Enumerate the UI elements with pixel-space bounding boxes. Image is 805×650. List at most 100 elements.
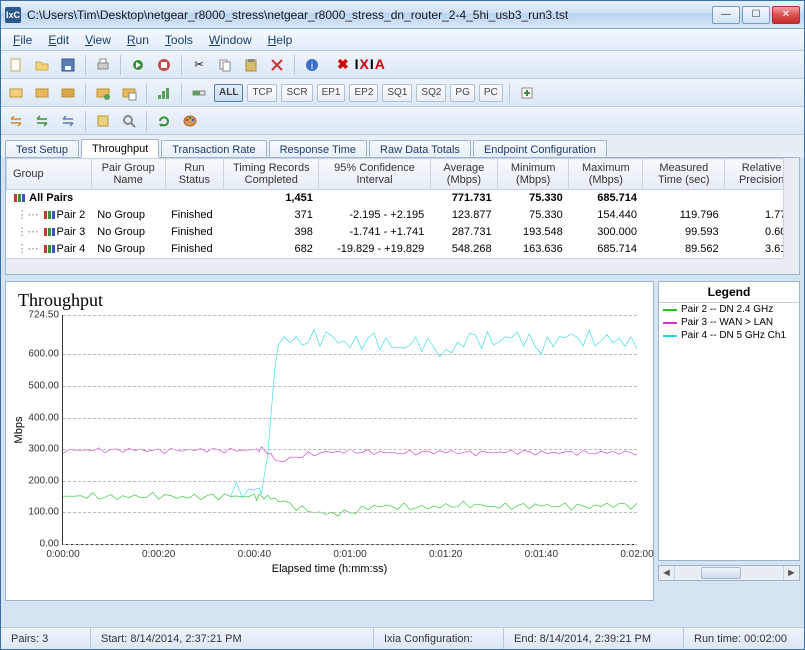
delete-icon[interactable]: [266, 54, 288, 76]
y-tick-label: 100.00: [15, 507, 59, 518]
scroll-right-icon[interactable]: ►: [783, 566, 799, 580]
tab-raw-data-totals[interactable]: Raw Data Totals: [369, 140, 471, 158]
tab-endpoint-config[interactable]: Endpoint Configuration: [473, 140, 607, 158]
y-tick-label: 0.00: [15, 539, 59, 550]
pair-icon: [43, 226, 55, 238]
table-row[interactable]: ⋮⋯Pair 4No GroupFinished682-19.829 - +19…: [7, 240, 799, 257]
open-icon[interactable]: [31, 54, 53, 76]
table-row-summary[interactable]: All Pairs 1,451 771.731 75.330 685.714: [7, 190, 799, 207]
menu-window[interactable]: Window: [201, 31, 260, 49]
tab-strip: Test Setup Throughput Transaction Rate R…: [1, 135, 804, 157]
info-icon[interactable]: i: [301, 54, 323, 76]
scroll-thumb[interactable]: [701, 567, 741, 579]
tab-response-time[interactable]: Response Time: [269, 140, 367, 158]
tab-transaction-rate[interactable]: Transaction Rate: [161, 140, 266, 158]
table-scrollbar-horizontal[interactable]: [6, 258, 783, 274]
filter-ep1-button[interactable]: EP1: [317, 84, 346, 102]
filter-pg-button[interactable]: PG: [450, 84, 474, 102]
copy-icon[interactable]: [214, 54, 236, 76]
endpoint1-icon[interactable]: [5, 82, 27, 104]
status-runtime: Run time: 00:02:00: [684, 628, 804, 649]
chart-panel: Throughput Mbps 724.50600.00500.00400.00…: [5, 281, 654, 601]
maximize-button[interactable]: ☐: [742, 6, 770, 24]
sort-icon[interactable]: [92, 110, 114, 132]
menu-edit[interactable]: Edit: [40, 31, 77, 49]
filter-all-button[interactable]: ALL: [214, 84, 243, 102]
legend-scrollbar[interactable]: ◄ ►: [658, 565, 800, 581]
filter-sq2-button[interactable]: SQ2: [416, 84, 446, 102]
col-maximum[interactable]: Maximum (Mbps): [569, 159, 643, 190]
results-table-wrap: Group Pair Group Name Run Status Timing …: [5, 157, 800, 275]
new-icon[interactable]: [5, 54, 27, 76]
endpoint-edit-icon[interactable]: [92, 82, 114, 104]
y-tick-label: 300.00: [15, 444, 59, 455]
endpoint-copy-icon[interactable]: [118, 82, 140, 104]
x-tick-label: 0:02:00: [620, 549, 653, 560]
view-swap2-icon[interactable]: [31, 110, 53, 132]
find-icon[interactable]: [118, 110, 140, 132]
endpoint3-icon[interactable]: [57, 82, 79, 104]
x-tick-label: 0:01:00: [333, 549, 366, 560]
x-tick-label: 0:00:40: [238, 549, 271, 560]
x-tick-label: 0:00:20: [142, 549, 175, 560]
chart-plot-area[interactable]: Mbps 724.50600.00500.00400.00300.00200.0…: [62, 315, 637, 545]
export-icon[interactable]: [516, 82, 538, 104]
col-timing-records[interactable]: Timing Records Completed: [224, 159, 319, 190]
run-icon[interactable]: [127, 54, 149, 76]
chart-title: Throughput: [18, 290, 645, 311]
chart-icon[interactable]: [153, 82, 175, 104]
view-swap3-icon[interactable]: [57, 110, 79, 132]
close-button[interactable]: ✕: [772, 6, 800, 24]
status-pairs: Pairs: 3: [1, 628, 91, 649]
summary-icon: [13, 192, 25, 204]
filter-sq1-button[interactable]: SQ1: [382, 84, 412, 102]
table-scrollbar-vertical[interactable]: [783, 158, 799, 258]
filter-pc-button[interactable]: PC: [479, 84, 503, 102]
summary-timing: 1,451: [224, 190, 319, 207]
chart-xlabel: Elapsed time (h:mm:ss): [14, 563, 645, 575]
view-swap1-icon[interactable]: [5, 110, 27, 132]
menu-view[interactable]: View: [77, 31, 119, 49]
print-icon[interactable]: [92, 54, 114, 76]
svg-text:i: i: [311, 61, 313, 72]
col-run-status[interactable]: Run Status: [165, 159, 224, 190]
menu-bar: File Edit View Run Tools Window Help: [1, 29, 804, 51]
tab-test-setup[interactable]: Test Setup: [5, 140, 79, 158]
status-start: Start: 8/14/2014, 2:37:21 PM: [91, 628, 374, 649]
col-minimum[interactable]: Minimum (Mbps): [498, 159, 569, 190]
summary-max: 685.714: [569, 190, 643, 207]
results-table: Group Pair Group Name Run Status Timing …: [6, 158, 799, 257]
stop-icon[interactable]: [153, 54, 175, 76]
filter-tcp-button[interactable]: TCP: [247, 84, 277, 102]
table-row[interactable]: ⋮⋯Pair 3No GroupFinished398-1.741 - +1.7…: [7, 223, 799, 240]
summary-label: All Pairs: [29, 192, 73, 204]
filter-scr-button[interactable]: SCR: [281, 84, 312, 102]
legend-item[interactable]: Pair 2 -- DN 2.4 GHz: [659, 303, 799, 316]
menu-run[interactable]: Run: [119, 31, 157, 49]
filter-ep2-button[interactable]: EP2: [349, 84, 378, 102]
paste-icon[interactable]: [240, 54, 262, 76]
endpoint2-icon[interactable]: [31, 82, 53, 104]
status-config: Ixia Configuration:: [374, 628, 504, 649]
col-average[interactable]: Average (Mbps): [430, 159, 497, 190]
refresh-icon[interactable]: [153, 110, 175, 132]
col-pair-group[interactable]: Pair Group Name: [91, 159, 165, 190]
menu-help[interactable]: Help: [260, 31, 301, 49]
menu-file[interactable]: File: [5, 31, 40, 49]
percent-icon[interactable]: [188, 82, 210, 104]
minimize-button[interactable]: —: [712, 6, 740, 24]
legend-item[interactable]: Pair 4 -- DN 5 GHz Ch1: [659, 329, 799, 342]
tab-throughput[interactable]: Throughput: [81, 139, 159, 158]
scroll-left-icon[interactable]: ◄: [659, 566, 675, 580]
legend-item[interactable]: Pair 3 -- WAN > LAN: [659, 316, 799, 329]
palette-icon[interactable]: [179, 110, 201, 132]
col-confidence[interactable]: 95% Confidence Interval: [319, 159, 430, 190]
menu-tools[interactable]: Tools: [157, 31, 201, 49]
legend-panel: Legend Pair 2 -- DN 2.4 GHzPair 3 -- WAN…: [658, 281, 800, 561]
col-measured-time[interactable]: Measured Time (sec): [643, 159, 725, 190]
cut-icon[interactable]: ✂: [188, 54, 210, 76]
window-titlebar: IxC C:\Users\Tim\Desktop\netgear_r8000_s…: [1, 1, 804, 29]
save-icon[interactable]: [57, 54, 79, 76]
table-row[interactable]: ⋮⋯Pair 2No GroupFinished371-2.195 - +2.1…: [7, 206, 799, 223]
col-group[interactable]: Group: [7, 159, 92, 190]
